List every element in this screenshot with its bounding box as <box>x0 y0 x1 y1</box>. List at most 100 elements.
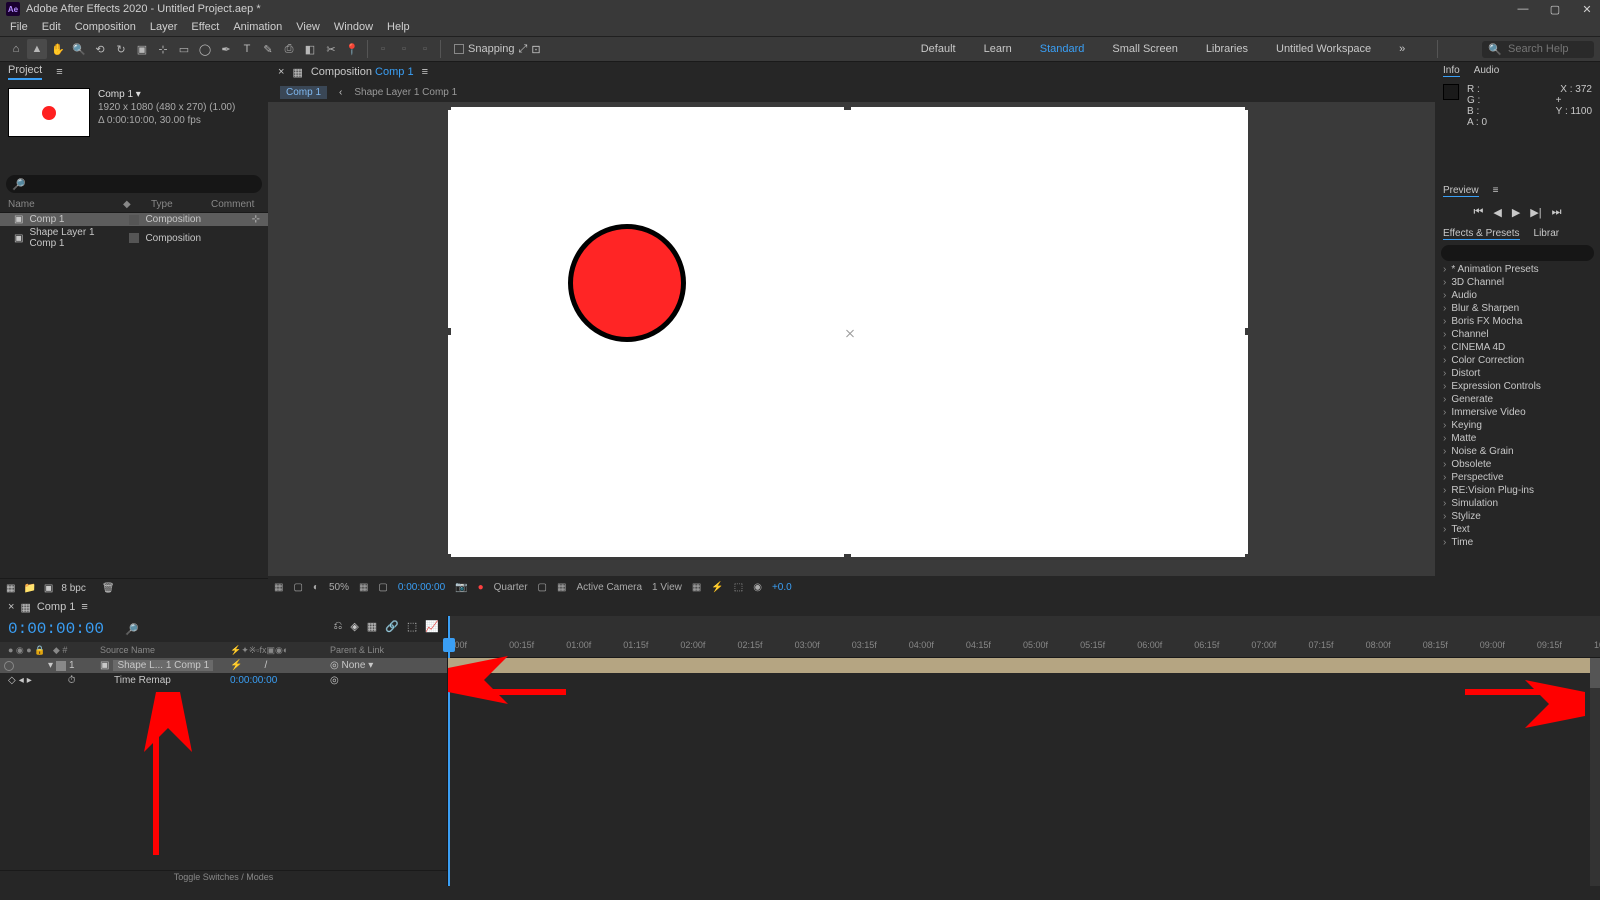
project-tab[interactable]: Project <box>8 64 42 80</box>
new-comp-icon[interactable]: ▣ <box>44 583 53 594</box>
timeline-layer-row[interactable]: ▾1 ▣Shape L... 1 Comp 1 ⚡/ ◎ None ▾ <box>0 658 447 673</box>
alpha-icon[interactable]: ▦ <box>274 582 283 593</box>
pickwhip-icon[interactable]: ◎ <box>330 675 339 686</box>
keyframe[interactable] <box>448 674 459 685</box>
ws-learn[interactable]: Learn <box>984 43 1012 55</box>
camera-tool[interactable]: ▣ <box>132 39 152 59</box>
canvas[interactable] <box>448 107 1248 557</box>
guides-icon[interactable]: ▢ <box>378 582 387 593</box>
effect-category[interactable]: Audio <box>1435 289 1600 302</box>
roi-icon[interactable]: ▢ <box>538 582 547 593</box>
stopwatch-icon[interactable]: ⏱ <box>68 675 76 686</box>
pix-icon[interactable]: ▦ <box>692 582 701 593</box>
tl-graph-icon[interactable]: 📈 <box>425 620 439 633</box>
prev-kf-icon[interactable]: ◂ <box>19 675 24 686</box>
menu-edit[interactable]: Edit <box>36 21 67 33</box>
effect-category[interactable]: Simulation <box>1435 497 1600 510</box>
minimize-button[interactable]: — <box>1516 3 1530 16</box>
tool-opt-2[interactable]: ▫ <box>394 39 414 59</box>
effects-tab[interactable]: Effects & Presets <box>1443 228 1520 240</box>
effect-category[interactable]: Time <box>1435 536 1600 549</box>
effect-category[interactable]: Blur & Sharpen <box>1435 302 1600 315</box>
ws-untitled[interactable]: Untitled Workspace <box>1276 43 1371 55</box>
label-icon[interactable] <box>129 215 139 225</box>
tl-opt-icon[interactable]: ⎌ <box>334 620 343 633</box>
brush-tool[interactable]: ✎ <box>258 39 278 59</box>
timeline-current-time[interactable]: 0:00:00:00 <box>8 620 104 638</box>
bpc-toggle[interactable]: 8 bpc <box>61 583 85 594</box>
ws-standard[interactable]: Standard <box>1040 43 1085 55</box>
composition-viewer[interactable] <box>268 102 1435 576</box>
timeline-tab[interactable]: Comp 1 <box>37 601 76 613</box>
hand-tool[interactable]: ✋ <box>48 39 68 59</box>
selection-tool[interactable]: ▲ <box>27 39 47 59</box>
effect-category[interactable]: Color Correction <box>1435 354 1600 367</box>
puppet-tool[interactable]: 📍 <box>342 39 362 59</box>
parent-select[interactable]: None <box>342 660 366 671</box>
orbit-tool[interactable]: ⟲ <box>90 39 110 59</box>
effect-category[interactable]: Noise & Grain <box>1435 445 1600 458</box>
prev-frame-button[interactable]: ◀ <box>1493 206 1501 219</box>
info-tab[interactable]: Info <box>1443 65 1460 77</box>
ws-libraries[interactable]: Libraries <box>1206 43 1248 55</box>
project-item-comp1[interactable]: ▣ Comp 1 Composition ⊹ <box>0 213 268 226</box>
label-icon[interactable] <box>129 233 139 243</box>
tl-opt-icon[interactable]: ⬚ <box>407 620 417 633</box>
ws-smallscreen[interactable]: Small Screen <box>1112 43 1177 55</box>
rect-tool[interactable]: ▭ <box>174 39 194 59</box>
effect-category[interactable]: Text <box>1435 523 1600 536</box>
effect-category[interactable]: Boris FX Mocha <box>1435 315 1600 328</box>
snap-icon[interactable]: ⤢ <box>519 43 528 56</box>
menu-help[interactable]: Help <box>381 21 416 33</box>
snapshot-icon[interactable]: 📷 <box>455 582 467 593</box>
next-kf-icon[interactable]: ▸ <box>27 675 32 686</box>
effect-category[interactable]: Distort <box>1435 367 1600 380</box>
close-button[interactable]: ✕ <box>1580 3 1594 16</box>
transp-icon[interactable]: ▦ <box>557 582 566 593</box>
tl-opt-icon[interactable]: 🔗 <box>385 620 399 633</box>
col-comment[interactable]: Comment <box>211 199 254 210</box>
project-search[interactable]: 🔎 <box>6 175 262 193</box>
menu-effect[interactable]: Effect <box>185 21 225 33</box>
keyframe-track[interactable] <box>448 673 1594 688</box>
ws-default[interactable]: Default <box>921 43 956 55</box>
layer-duration-bar[interactable] <box>448 658 1594 673</box>
timeline-scrollbar[interactable] <box>1590 658 1600 886</box>
switch[interactable]: ⚡ <box>230 660 242 671</box>
effect-category[interactable]: Generate <box>1435 393 1600 406</box>
pickwhip-icon[interactable]: ◎ <box>330 660 339 671</box>
close-icon[interactable]: × <box>8 601 14 613</box>
first-frame-button[interactable]: ⏮ <box>1473 206 1483 219</box>
panel-menu-icon[interactable]: ≡ <box>56 66 62 78</box>
crumb-comp1[interactable]: Comp 1 <box>280 86 327 99</box>
close-tab-icon[interactable]: × <box>278 66 284 78</box>
ws-expand-icon[interactable]: » <box>1399 43 1405 55</box>
exposure[interactable]: +0.0 <box>772 582 792 593</box>
effect-category[interactable]: 3D Channel <box>1435 276 1600 289</box>
last-frame-button[interactable]: ⏭ <box>1552 206 1562 219</box>
col-name[interactable]: Name <box>8 199 123 210</box>
interpret-icon[interactable]: ▦ <box>6 583 15 594</box>
home-icon[interactable]: ⌂ <box>6 39 26 59</box>
effect-category[interactable]: Perspective <box>1435 471 1600 484</box>
pen-tool[interactable]: ✒ <box>216 39 236 59</box>
search-help-input[interactable] <box>1508 43 1588 55</box>
crumb-shapelayer[interactable]: Shape Layer 1 Comp 1 <box>354 87 457 98</box>
twirl-icon[interactable]: ▾ <box>48 660 53 671</box>
res-icon[interactable]: ▢ <box>293 582 302 593</box>
comp-thumbnail[interactable] <box>8 88 90 137</box>
effect-category[interactable]: Matte <box>1435 432 1600 445</box>
time-ruler[interactable]: :00f00:15f01:00f01:15f02:00f02:15f03:00f… <box>448 616 1600 658</box>
effect-category[interactable]: CINEMA 4D <box>1435 341 1600 354</box>
flowchart-icon[interactable]: ⊹ <box>252 214 260 225</box>
snapping-checkbox[interactable] <box>454 44 464 54</box>
effect-category[interactable]: Channel <box>1435 328 1600 341</box>
tool-opt-3[interactable]: ▫ <box>415 39 435 59</box>
render-icon[interactable]: ◉ <box>753 582 762 593</box>
ellipse-tool[interactable]: ◯ <box>195 39 215 59</box>
clone-tool[interactable]: ⎙ <box>279 39 299 59</box>
trash-icon[interactable]: 🗑 <box>102 583 115 594</box>
3d-icon[interactable]: ⬚ <box>734 582 743 593</box>
effect-category[interactable]: * Animation Presets <box>1435 263 1600 276</box>
effect-category[interactable]: Stylize <box>1435 510 1600 523</box>
